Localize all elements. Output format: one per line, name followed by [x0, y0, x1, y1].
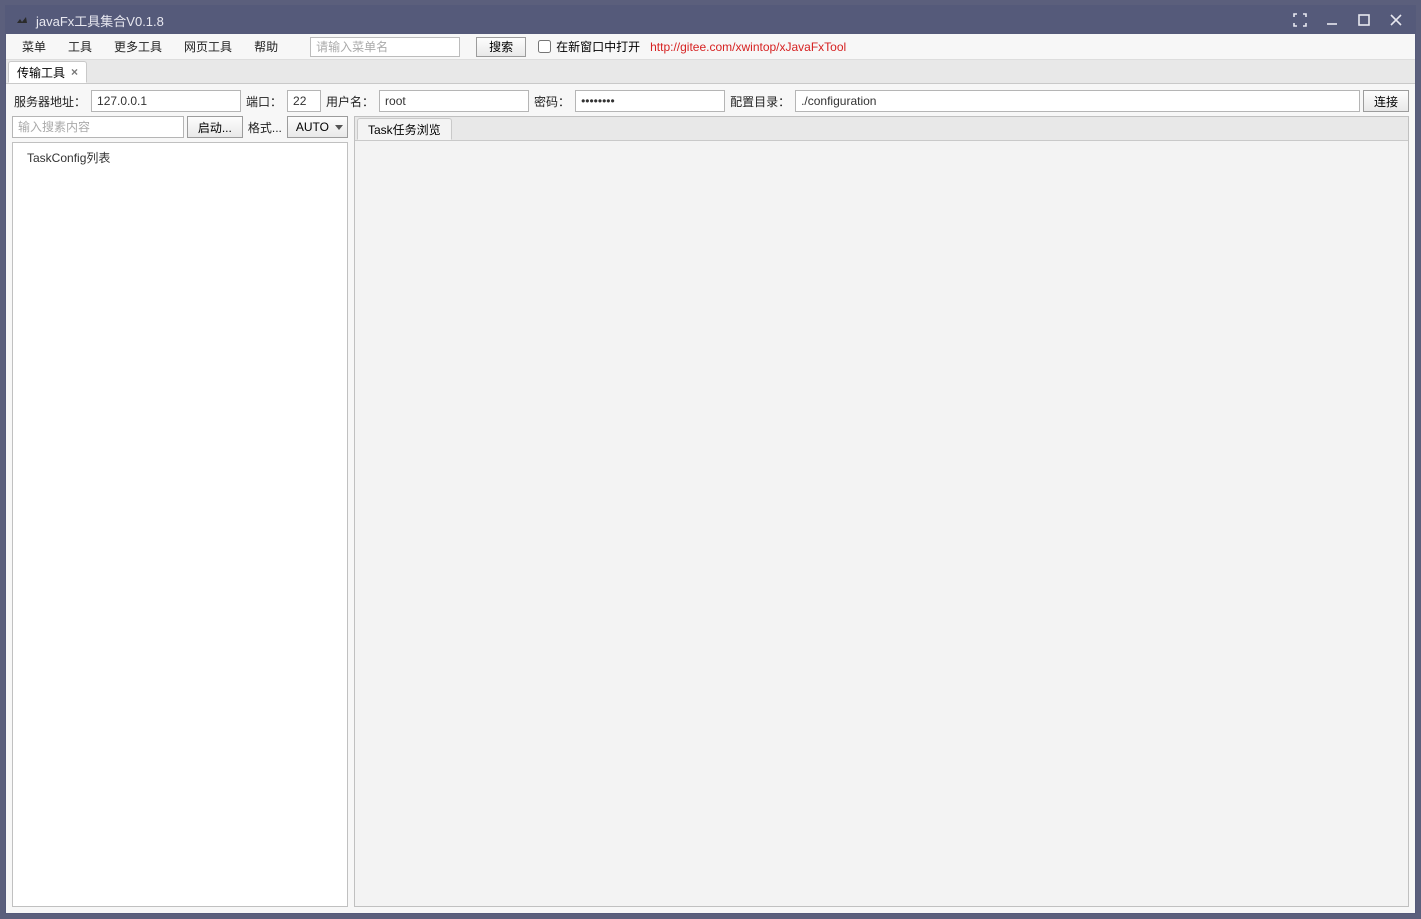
menu-main[interactable]: 菜单 — [12, 34, 56, 59]
menu-web-tools[interactable]: 网页工具 — [174, 34, 242, 59]
titlebar[interactable]: javaFx工具集合V0.1.8 — [6, 6, 1415, 34]
fullscreen-icon[interactable] — [1289, 9, 1311, 31]
open-new-window-checkbox[interactable] — [538, 40, 551, 53]
tab-task-browse[interactable]: Task任务浏览 — [357, 118, 452, 140]
menu-help[interactable]: 帮助 — [244, 34, 288, 59]
tab-close-icon[interactable]: × — [71, 65, 78, 79]
tab-label: 传输工具 — [17, 64, 65, 81]
user-input[interactable] — [379, 90, 529, 112]
minimize-icon[interactable] — [1321, 9, 1343, 31]
task-browse-body — [355, 141, 1408, 906]
menubar: 菜单 工具 更多工具 网页工具 帮助 搜索 在新窗口中打开 http://git… — [6, 34, 1415, 60]
format-dropdown[interactable]: AUTO — [287, 116, 348, 138]
right-tab-label: Task任务浏览 — [368, 121, 441, 138]
pass-input[interactable] — [575, 90, 725, 112]
port-input[interactable] — [287, 90, 321, 112]
window-controls — [1289, 9, 1407, 31]
left-controls: 启动... 格式... AUTO — [12, 116, 348, 138]
format-value: AUTO — [296, 120, 329, 134]
right-tabs: Task任务浏览 — [355, 117, 1408, 141]
right-pane: Task任务浏览 — [354, 116, 1409, 907]
menu-search-input[interactable] — [310, 37, 460, 57]
server-label: 服务器地址： — [12, 93, 88, 110]
window-title: javaFx工具集合V0.1.8 — [36, 11, 1289, 30]
document-tabs: 传输工具 × — [6, 60, 1415, 84]
open-new-window-wrap: 在新窗口中打开 — [538, 38, 640, 55]
format-label: 格式... — [246, 119, 284, 136]
menu-tools[interactable]: 工具 — [58, 34, 102, 59]
task-config-tree[interactable]: TaskConfig列表 — [12, 142, 348, 907]
start-button[interactable]: 启动... — [187, 116, 243, 138]
menu-more-tools[interactable]: 更多工具 — [104, 34, 172, 59]
connection-toolbar: 服务器地址： 端口： 用户名： 密码： 配置目录： 连接 — [6, 84, 1415, 116]
dir-input[interactable] — [795, 90, 1360, 112]
server-input[interactable] — [91, 90, 241, 112]
tree-root-item[interactable]: TaskConfig列表 — [21, 147, 339, 168]
app-window: javaFx工具集合V0.1.8 菜单 工具 更多工具 网页工具 帮助 搜索 在… — [5, 5, 1416, 914]
app-icon — [14, 12, 30, 28]
menu-search-button[interactable]: 搜索 — [476, 37, 526, 57]
task-search-input[interactable] — [12, 116, 184, 138]
close-icon[interactable] — [1385, 9, 1407, 31]
left-pane: 启动... 格式... AUTO TaskConfig列表 — [12, 116, 348, 907]
user-label: 用户名： — [324, 93, 376, 110]
port-label: 端口： — [244, 93, 284, 110]
project-link[interactable]: http://gitee.com/xwintop/xJavaFxTool — [650, 40, 846, 54]
chevron-down-icon — [335, 125, 343, 130]
connect-button[interactable]: 连接 — [1363, 90, 1409, 112]
tab-transfer-tool[interactable]: 传输工具 × — [8, 61, 87, 83]
content-area: 启动... 格式... AUTO TaskConfig列表 Task任务浏览 — [6, 116, 1415, 913]
open-new-window-label: 在新窗口中打开 — [556, 38, 640, 55]
dir-label: 配置目录： — [728, 93, 792, 110]
pass-label: 密码： — [532, 93, 572, 110]
maximize-icon[interactable] — [1353, 9, 1375, 31]
